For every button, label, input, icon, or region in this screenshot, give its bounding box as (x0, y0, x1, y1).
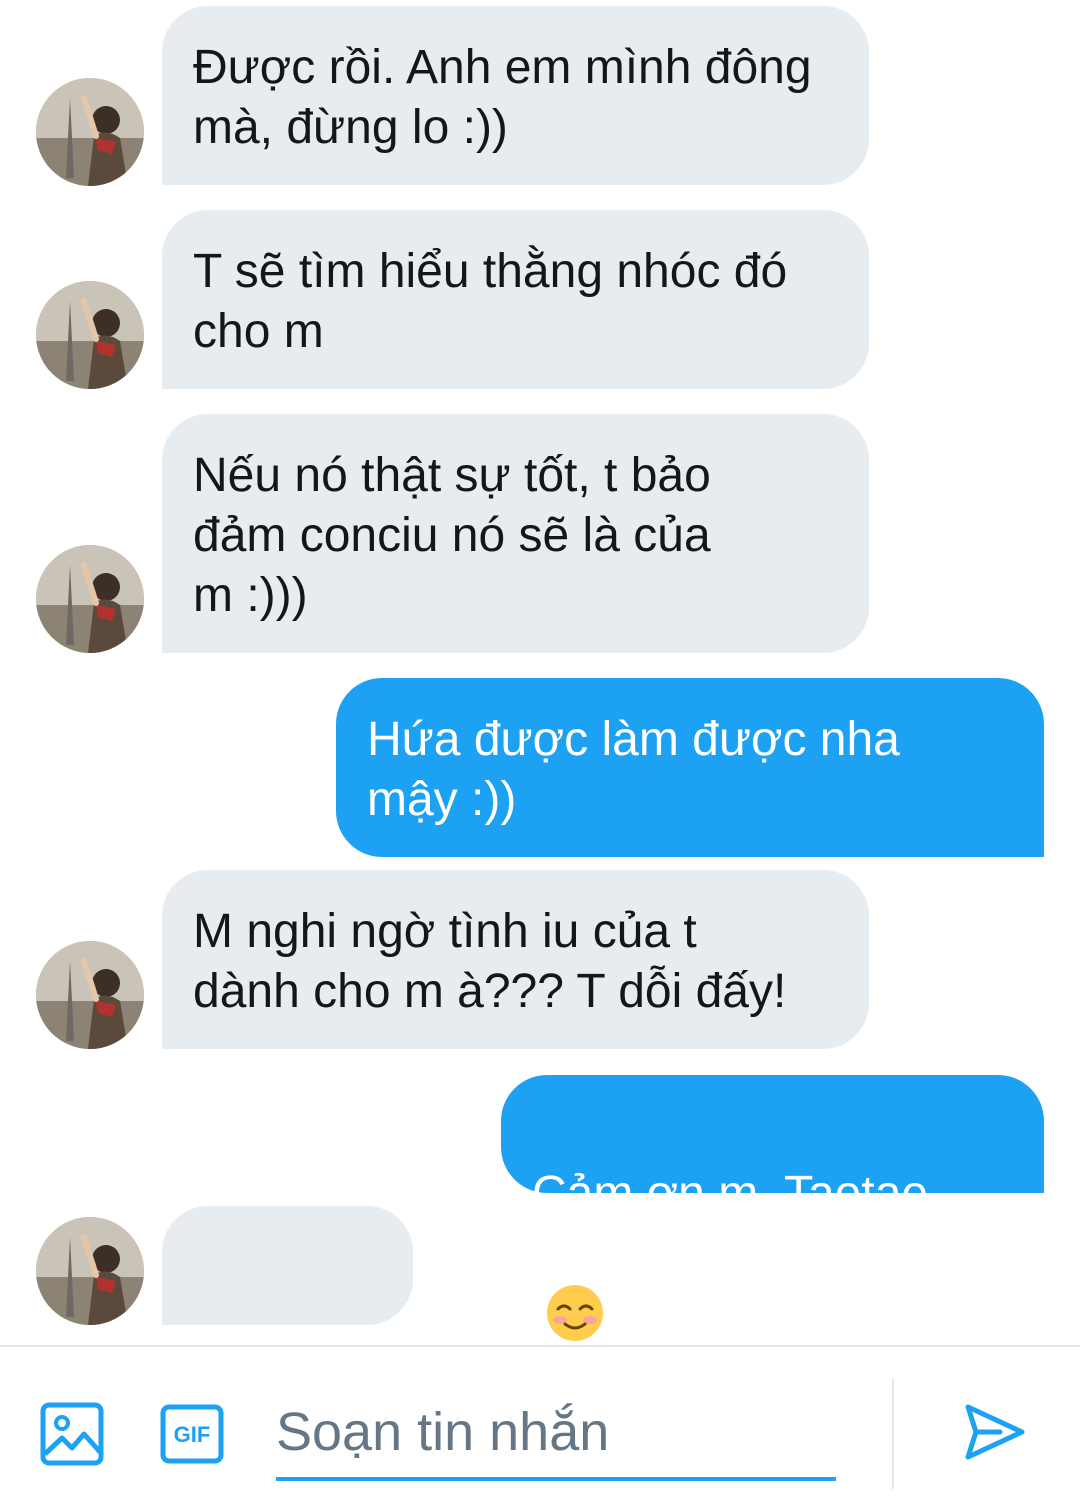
composer-divider (892, 1379, 894, 1489)
avatar[interactable] (36, 78, 144, 186)
message-bubble[interactable]: T sẽ tìm hiểu thằng nhóc đó cho m (162, 210, 869, 389)
avatar-photo (36, 941, 144, 1049)
message-bubble[interactable]: Nếu nó thật sự tốt, t bảo đảm conciu nó … (162, 414, 869, 653)
message-thread: Được rồi. Anh em mình đông mà, đừng lo :… (0, 0, 1080, 1417)
gif-label: GIF (174, 1422, 211, 1447)
gif-icon: GIF (160, 1404, 224, 1464)
message-bubble[interactable]: Được rồi. Anh em mình đông mà, đừng lo :… (162, 6, 869, 185)
send-button[interactable] (962, 1399, 1028, 1465)
avatar-photo (36, 545, 144, 653)
message-bubble[interactable] (162, 1206, 413, 1417)
send-icon (965, 1404, 1025, 1460)
dm-conversation: Được rồi. Anh em mình đông mà, đừng lo :… (0, 0, 1080, 1512)
message-input[interactable] (276, 1387, 836, 1481)
message-bubble[interactable]: Cảm ơn m, Taetae (501, 1075, 1044, 1341)
avatar[interactable] (36, 941, 144, 1049)
avatar-photo (36, 1217, 144, 1325)
avatar-photo (36, 281, 144, 389)
avatar[interactable] (36, 281, 144, 389)
message-bubble[interactable]: Hứa được làm được nha mậy :)) (336, 678, 1044, 857)
message-bubble[interactable]: M nghi ngờ tình iu của t dành cho m à???… (162, 870, 869, 1049)
avatar-photo (36, 78, 144, 186)
image-icon (40, 1402, 104, 1466)
add-gif-button[interactable]: GIF (160, 1404, 224, 1464)
avatar[interactable] (36, 545, 144, 653)
message-text: Cảm ơn m, Taetae (532, 1167, 929, 1220)
avatar[interactable] (36, 1217, 144, 1325)
message-composer: GIF (0, 1345, 1080, 1512)
smiling-blush-emoji (546, 1224, 604, 1357)
add-photo-button[interactable] (40, 1402, 104, 1466)
